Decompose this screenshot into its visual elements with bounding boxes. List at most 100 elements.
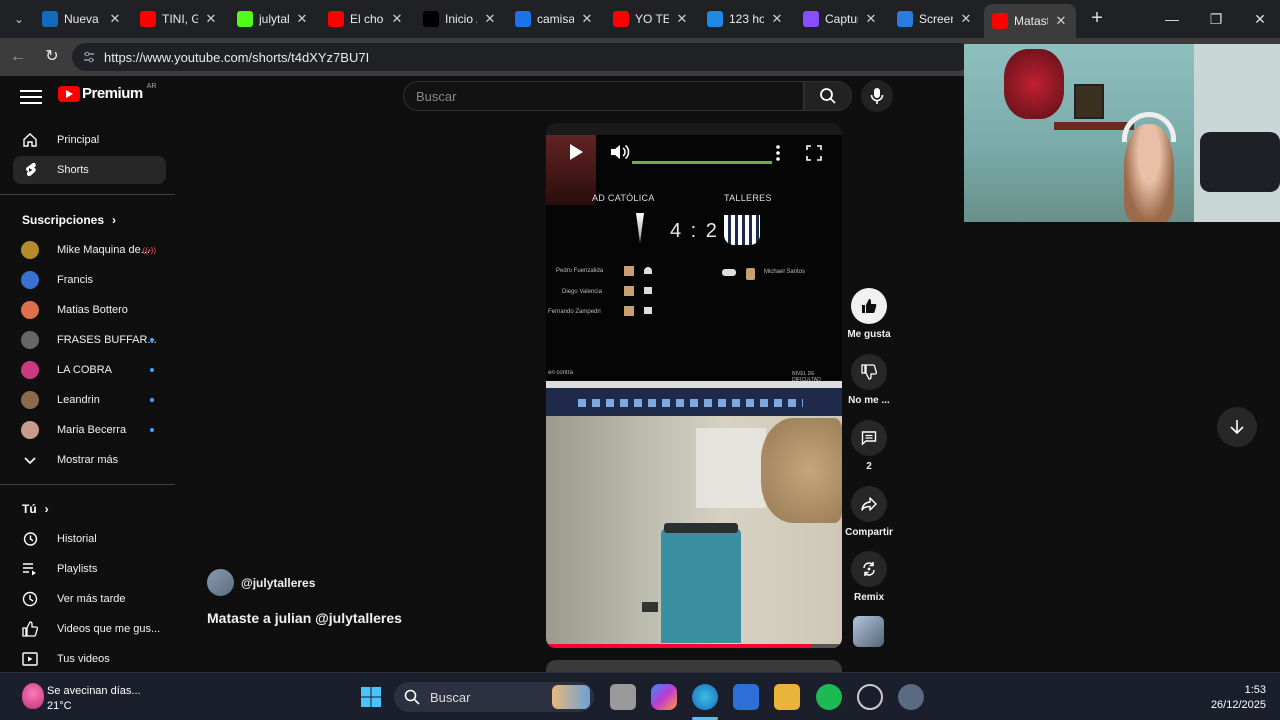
thumb-down-icon <box>861 364 877 380</box>
subscriptions-heading[interactable]: Suscripciones › <box>22 213 116 227</box>
comments-count: 2 <box>866 461 872 472</box>
menu-icon[interactable] <box>20 86 42 106</box>
browser-tab[interactable]: TINI, Gre ✕ <box>132 6 226 32</box>
arrow-down-icon <box>1230 420 1244 435</box>
recorded-taskbar-icons <box>578 399 803 407</box>
sidebar-item-history[interactable]: Historial <box>13 525 166 553</box>
more-options-button[interactable] <box>776 145 780 166</box>
sidebar-item-principal[interactable]: Principal <box>13 126 166 154</box>
store-icon[interactable] <box>733 684 759 710</box>
video-progress-bar[interactable] <box>546 644 842 648</box>
sidebar-item-thumb-up[interactable]: Videos que me gus... <box>13 615 166 643</box>
channel-handle[interactable]: @julytalleres <box>241 576 315 590</box>
close-tab-icon[interactable]: ✕ <box>295 11 309 27</box>
close-tab-icon[interactable]: ✕ <box>770 11 784 27</box>
file-explorer-icon[interactable] <box>774 684 800 710</box>
address-bar[interactable]: https://www.youtube.com/shorts/t4dXYz7BU… <box>72 43 972 71</box>
browser-tab[interactable]: 123 host ✕ <box>699 6 792 32</box>
weather-widget-icon[interactable] <box>22 683 44 709</box>
edge-icon[interactable] <box>692 684 718 710</box>
you-heading[interactable]: Tú › <box>22 502 49 516</box>
person-arm <box>761 418 842 523</box>
task-view-icon[interactable] <box>610 684 636 710</box>
browser-tab[interactable]: Inicio / X ✕ <box>415 6 505 32</box>
close-tab-icon[interactable]: ✕ <box>580 11 594 27</box>
close-tab-icon[interactable]: ✕ <box>483 11 497 27</box>
channel-avatar <box>21 361 39 379</box>
short-title: Mataste a julian @julytalleres <box>207 610 402 626</box>
copilot-icon[interactable] <box>651 684 677 710</box>
settings-icon[interactable] <box>898 684 924 710</box>
new-tab-button[interactable]: + <box>1086 8 1108 30</box>
search-button[interactable] <box>804 81 852 111</box>
back-button[interactable]: ← <box>6 45 30 69</box>
dislike-button[interactable]: No me ... <box>844 354 894 406</box>
show-more-button[interactable]: Mostrar más <box>13 446 166 474</box>
subscription-item[interactable]: FRASES BUFFAR... <box>13 326 166 354</box>
tab-title: julytalle <box>259 12 289 26</box>
voice-search-button[interactable] <box>861 80 893 112</box>
system-clock[interactable]: 1:53 26/12/2025 <box>1211 683 1266 713</box>
browser-tab[interactable]: YO TE V ✕ <box>605 6 697 32</box>
subscription-item[interactable]: Francis <box>13 266 166 294</box>
youtube-icon <box>328 11 344 27</box>
close-tab-icon[interactable]: ✕ <box>1054 13 1068 29</box>
browser-tab[interactable]: camisa c ✕ <box>507 6 602 32</box>
close-tab-icon[interactable]: ✕ <box>959 11 973 27</box>
search-input[interactable]: Buscar <box>403 81 804 111</box>
comments-button[interactable]: 2 <box>844 420 894 472</box>
new-content-dot <box>150 338 154 342</box>
play-button[interactable] <box>568 143 584 166</box>
browser-tab[interactable]: Mataste ✕ <box>984 4 1076 38</box>
x-icon <box>423 11 439 27</box>
browser-tab[interactable]: julytalle ✕ <box>229 6 317 32</box>
site-info-icon[interactable] <box>82 50 96 64</box>
close-tab-icon[interactable]: ✕ <box>390 11 404 27</box>
remix-button[interactable]: Remix <box>844 551 894 603</box>
channel-avatar <box>21 421 39 439</box>
restore-button[interactable]: ❐ <box>1194 0 1238 38</box>
taskbar-search[interactable]: Buscar <box>394 682 594 712</box>
youtube-premium-logo[interactable]: Premium AR <box>58 83 156 102</box>
minimize-button[interactable]: — <box>1150 0 1194 38</box>
sidebar-item-playlist[interactable]: Playlists <box>13 555 166 583</box>
like-button[interactable]: Me gusta <box>844 288 894 340</box>
sidebar-item-shorts[interactable]: Shorts <box>13 156 166 184</box>
sound-thumbnail[interactable] <box>853 616 884 647</box>
next-short-button[interactable] <box>1217 407 1257 447</box>
sidebar-item-video[interactable]: Tus videos <box>13 645 166 673</box>
subscription-item[interactable]: Leandrin <box>13 386 166 414</box>
spotify-icon[interactable] <box>816 684 842 710</box>
weather-widget[interactable]: Se avecinan días... 21°C <box>47 684 141 714</box>
close-tab-icon[interactable]: ✕ <box>864 11 878 27</box>
reload-button[interactable]: ↻ <box>40 45 64 69</box>
close-window-button[interactable]: ✕ <box>1238 0 1280 38</box>
channel-avatar[interactable] <box>207 569 234 596</box>
shorts-player[interactable]: AD CATÓLICA TALLERES 4 : 2 Pedro Fuenzal… <box>546 123 842 648</box>
browser-tab[interactable]: El choch ✕ <box>320 6 412 32</box>
browser-tab[interactable]: Captura ✕ <box>795 6 886 32</box>
close-tab-icon[interactable]: ✕ <box>675 11 689 27</box>
subscription-item[interactable]: LA COBRA <box>13 356 166 384</box>
share-button[interactable]: Compartir <box>844 486 894 538</box>
sidebar-item-clock[interactable]: Ver más tarde <box>13 585 166 613</box>
close-tab-icon[interactable]: ✕ <box>108 11 122 27</box>
volume-button[interactable] <box>610 143 630 166</box>
fullscreen-button[interactable] <box>806 145 822 166</box>
obs-icon[interactable] <box>857 684 883 710</box>
tab-title: YO TE V <box>635 12 669 26</box>
close-tab-icon[interactable]: ✕ <box>204 11 218 27</box>
browser-tab[interactable]: Nueva p ✕ <box>34 6 130 32</box>
sidebar-item-label: Playlists <box>57 563 98 575</box>
subscription-item[interactable]: Mike Maquina de... ((•)) <box>13 236 166 264</box>
start-button[interactable] <box>358 684 384 710</box>
sidebar-item-label: Historial <box>57 533 97 545</box>
subscription-item[interactable]: Maria Becerra <box>13 416 166 444</box>
browser-tab-strip: ⌄ Nueva p✕TINI, Gre✕julytalle✕El choch✕I… <box>0 0 1280 38</box>
subscription-item[interactable]: Matias Bottero <box>13 296 166 324</box>
next-short-preview[interactable] <box>546 660 842 672</box>
dislike-label: No me ... <box>848 395 890 406</box>
tab-search-dropdown-icon[interactable]: ⌄ <box>8 8 30 30</box>
browser-tab[interactable]: Screensh ✕ <box>889 6 981 32</box>
channel-avatar <box>21 391 39 409</box>
